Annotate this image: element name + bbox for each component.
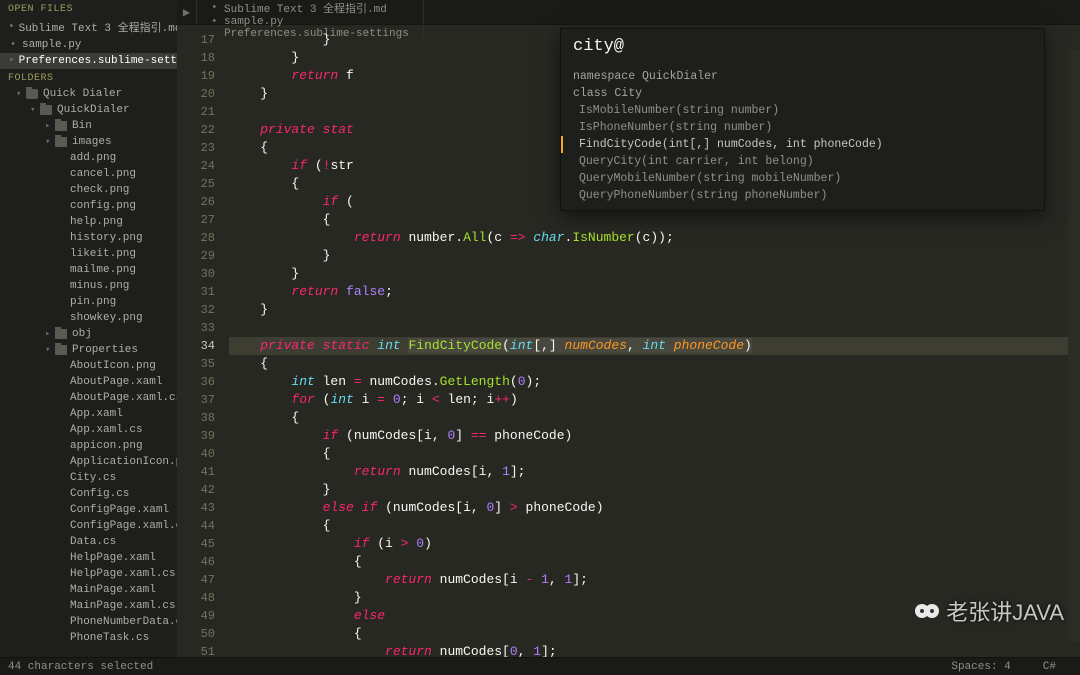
- status-selection: 44 characters selected: [8, 661, 153, 673]
- goto-result-item[interactable]: class City: [561, 85, 1044, 102]
- file-item[interactable]: check.png: [0, 182, 177, 198]
- minimap[interactable]: [1068, 50, 1080, 642]
- file-item[interactable]: mailme.png: [0, 262, 177, 278]
- folder-icon: [55, 137, 67, 147]
- folder-item[interactable]: ▾images: [0, 134, 177, 150]
- tab-history-button[interactable]: ▶: [177, 0, 197, 24]
- sidebar: OPEN FILES •Sublime Text 3 全程指引.md•sampl…: [0, 0, 177, 657]
- file-item[interactable]: PhoneTask.cs: [0, 630, 177, 646]
- file-item[interactable]: pin.png: [0, 294, 177, 310]
- file-item[interactable]: Data.cs: [0, 534, 177, 550]
- folder-item[interactable]: ▸obj: [0, 326, 177, 342]
- status-syntax[interactable]: C#: [1027, 661, 1072, 673]
- open-file-item[interactable]: •Preferences.sublime-settings: [0, 53, 177, 69]
- file-item[interactable]: City.cs: [0, 470, 177, 486]
- file-item[interactable]: help.png: [0, 214, 177, 230]
- file-item[interactable]: history.png: [0, 230, 177, 246]
- file-item[interactable]: likeit.png: [0, 246, 177, 262]
- file-item[interactable]: add.png: [0, 150, 177, 166]
- open-files-header: OPEN FILES: [0, 0, 177, 17]
- goto-result-item[interactable]: QueryPhoneNumber(string phoneNumber): [561, 187, 1044, 204]
- status-indent[interactable]: Spaces: 4: [935, 661, 1026, 673]
- file-item[interactable]: Config.cs: [0, 486, 177, 502]
- goto-result-list: namespace QuickDialerclass CityIsMobileN…: [561, 64, 1044, 210]
- file-item[interactable]: App.xaml: [0, 406, 177, 422]
- file-item[interactable]: ConfigPage.xaml.cs: [0, 518, 177, 534]
- goto-symbol-popup: namespace QuickDialerclass CityIsMobileN…: [560, 28, 1045, 211]
- file-item[interactable]: AboutIcon.png: [0, 358, 177, 374]
- editor-tab[interactable]: •Sublime Text 3 全程指引.md: [197, 0, 424, 16]
- file-item[interactable]: minus.png: [0, 278, 177, 294]
- folder-icon: [55, 121, 67, 131]
- folders-header: FOLDERS: [0, 69, 177, 86]
- file-item[interactable]: cancel.png: [0, 166, 177, 182]
- file-item[interactable]: App.xaml.cs: [0, 422, 177, 438]
- file-item[interactable]: HelpPage.xaml.cs: [0, 566, 177, 582]
- folder-icon: [55, 345, 67, 355]
- file-item[interactable]: PhoneNumberData.cs: [0, 614, 177, 630]
- file-item[interactable]: AboutPage.xaml: [0, 374, 177, 390]
- file-item[interactable]: config.png: [0, 198, 177, 214]
- folder-item[interactable]: ▸Bin: [0, 118, 177, 134]
- file-item[interactable]: AboutPage.xaml.cs: [0, 390, 177, 406]
- file-item[interactable]: ApplicationIcon.png: [0, 454, 177, 470]
- file-item[interactable]: MainPage.xaml: [0, 582, 177, 598]
- folder-root[interactable]: ▾Quick Dialer: [0, 86, 177, 102]
- goto-result-item[interactable]: IsMobileNumber(string number): [561, 102, 1044, 119]
- goto-result-item[interactable]: namespace QuickDialer: [561, 68, 1044, 85]
- goto-result-item[interactable]: QueryMobileNumber(string mobileNumber): [561, 170, 1044, 187]
- tab-bar: ▶ •Sublime Text 3 全程指引.md•sample.py•Pref…: [177, 0, 1080, 25]
- folder-icon: [40, 105, 52, 115]
- open-file-item[interactable]: •sample.py: [0, 37, 177, 53]
- file-item[interactable]: HelpPage.xaml: [0, 550, 177, 566]
- file-item[interactable]: ConfigPage.xaml: [0, 502, 177, 518]
- goto-input[interactable]: [561, 29, 1044, 64]
- line-number-gutter: 1718192021222324252627282930313233343536…: [177, 25, 225, 657]
- file-item[interactable]: appicon.png: [0, 438, 177, 454]
- goto-result-item[interactable]: QueryCity(int carrier, int belong): [561, 153, 1044, 170]
- file-item[interactable]: showkey.png: [0, 310, 177, 326]
- goto-result-item[interactable]: FindCityCode(int[,] numCodes, int phoneC…: [561, 136, 1044, 153]
- folder-item[interactable]: ▾QuickDialer: [0, 102, 177, 118]
- folder-item[interactable]: ▾Properties: [0, 342, 177, 358]
- editor-area: ▶ •Sublime Text 3 全程指引.md•sample.py•Pref…: [177, 0, 1080, 657]
- folder-icon: [26, 89, 38, 99]
- goto-result-item[interactable]: IsPhoneNumber(string number): [561, 119, 1044, 136]
- open-file-item[interactable]: •Sublime Text 3 全程指引.md: [0, 17, 177, 37]
- folder-icon: [55, 329, 67, 339]
- file-item[interactable]: MainPage.xaml.cs: [0, 598, 177, 614]
- status-bar: 44 characters selected Spaces: 4 C#: [0, 657, 1080, 675]
